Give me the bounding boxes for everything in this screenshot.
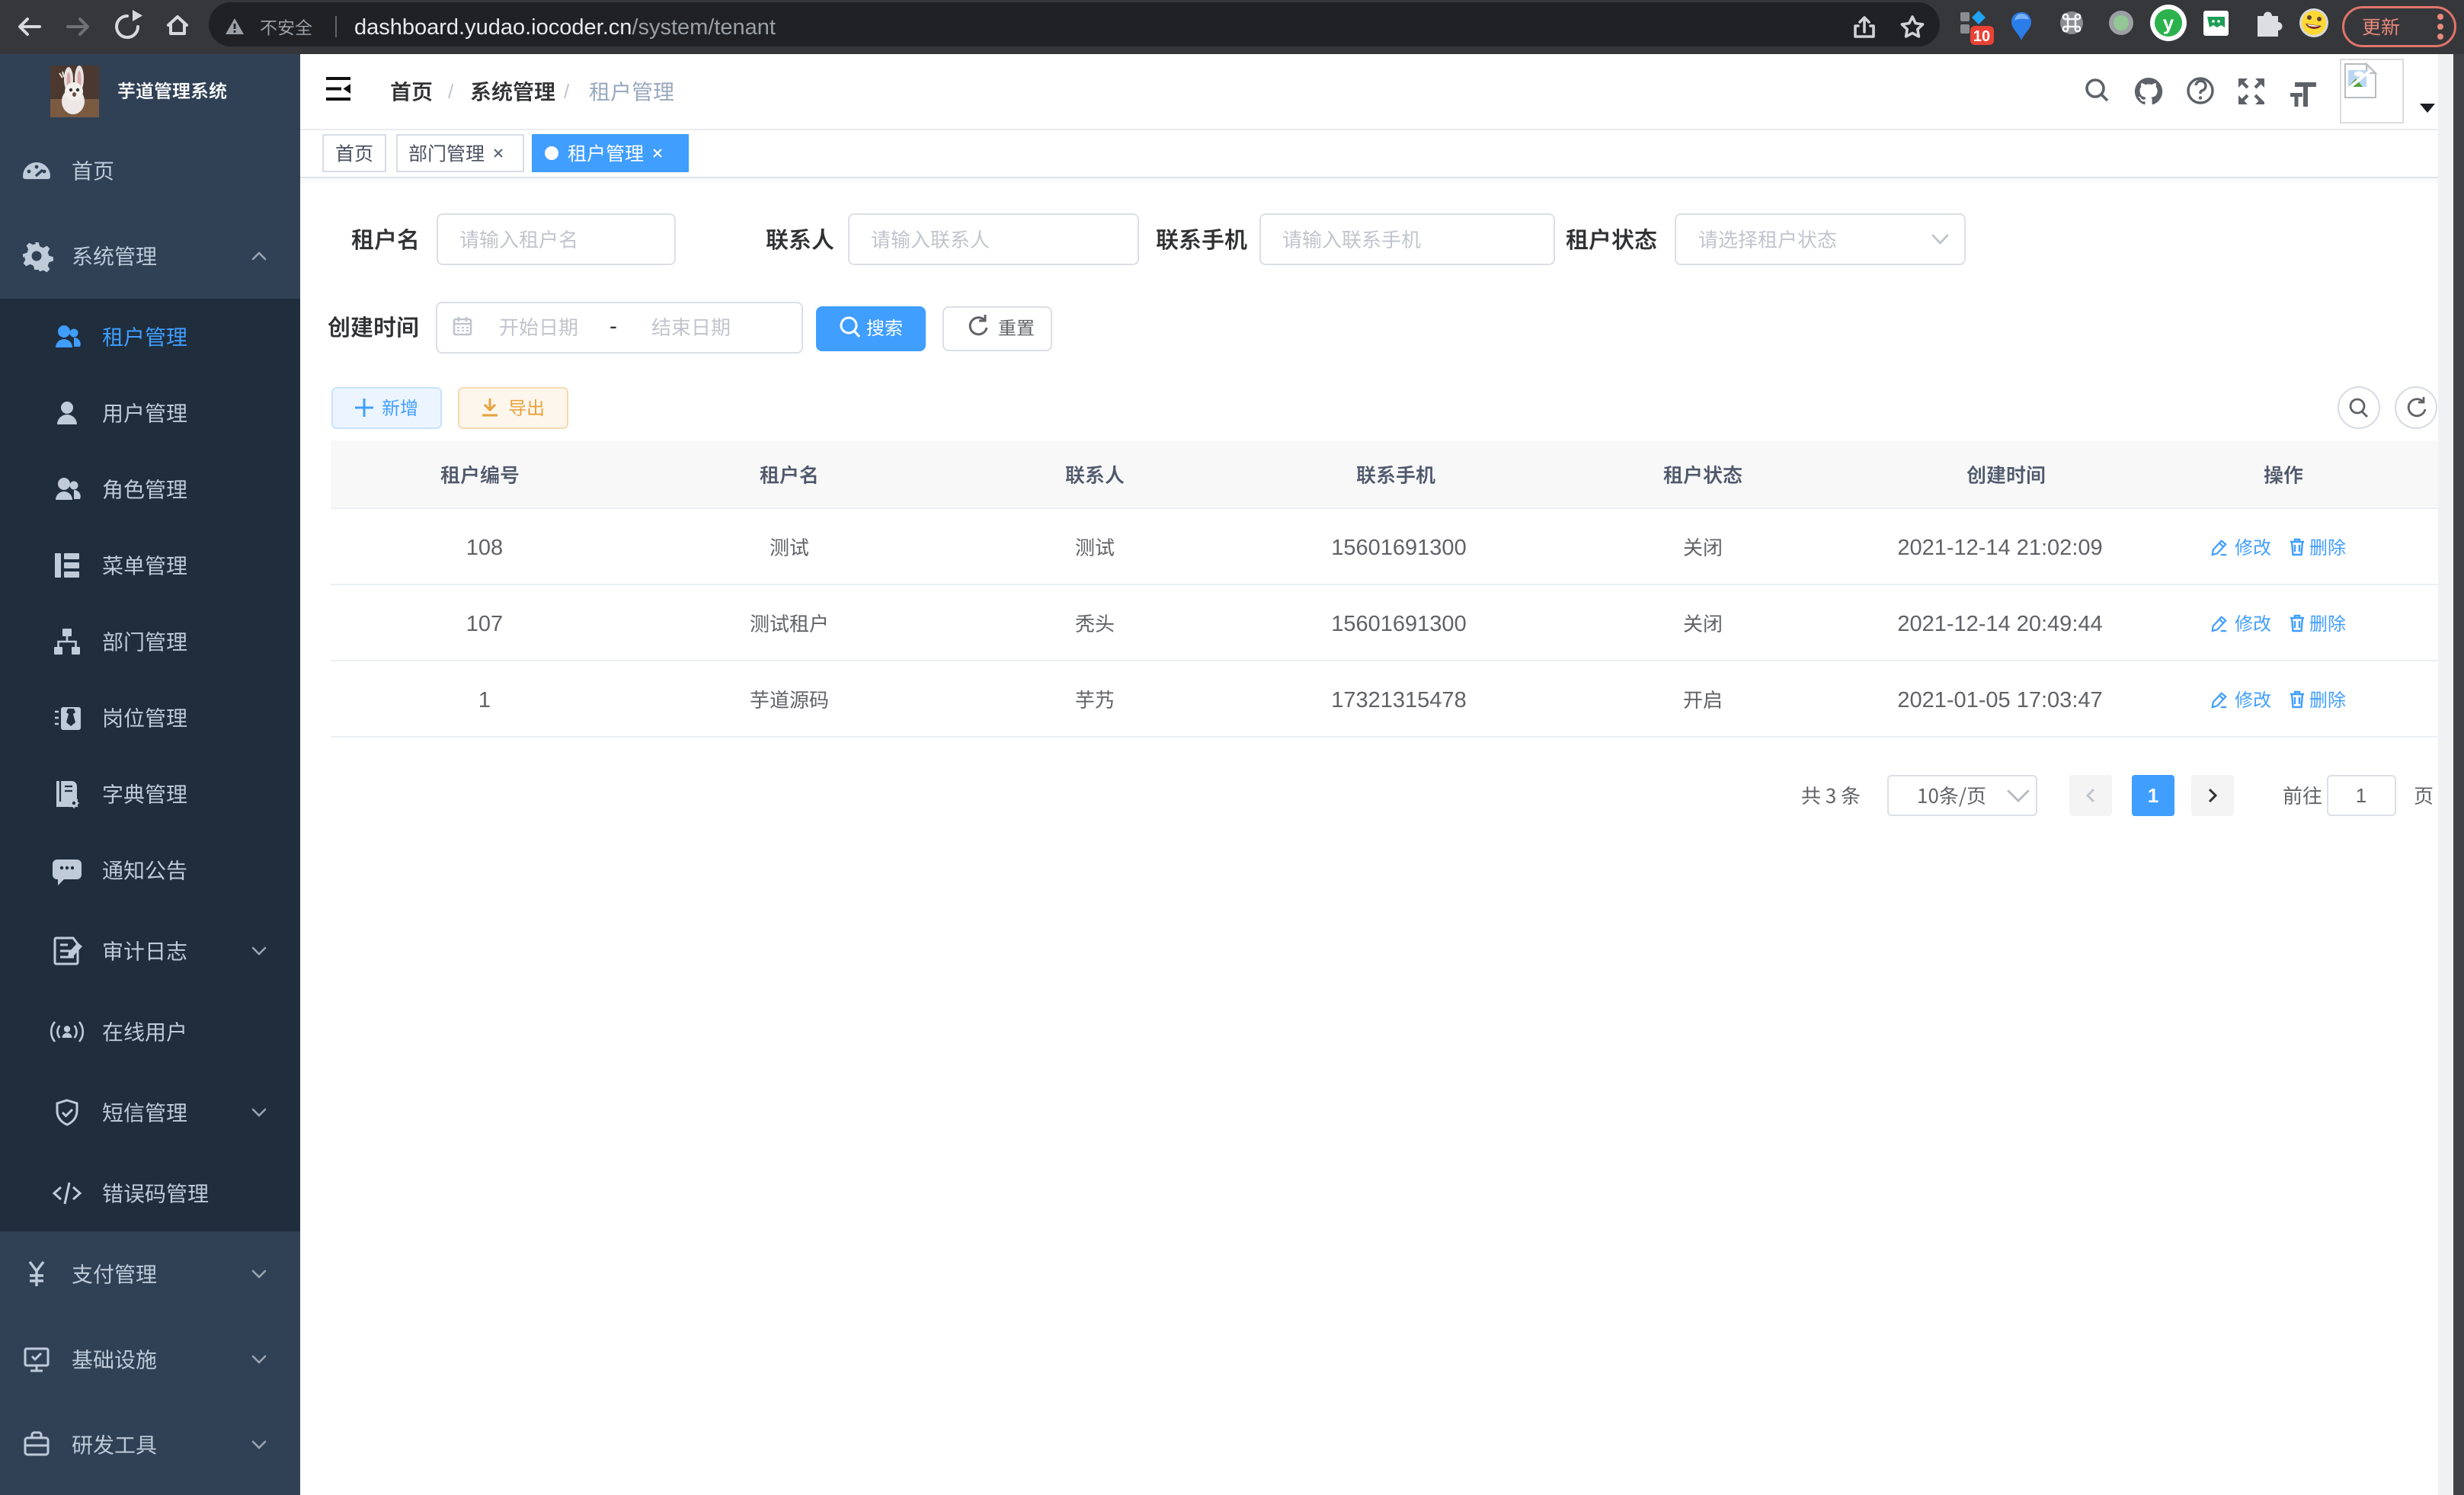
svg-text:15601691300: 15601691300 — [1331, 612, 1466, 636]
svg-text:1: 1 — [478, 688, 491, 712]
svg-text:/: / — [448, 80, 454, 103]
svg-text:1: 1 — [2148, 784, 2158, 807]
svg-text:107: 107 — [466, 612, 503, 636]
svg-text:17321315478: 17321315478 — [1331, 688, 1466, 712]
svg-text:y: y — [2163, 11, 2174, 34]
svg-text:2021-12-14 20:49:44: 2021-12-14 20:49:44 — [1897, 612, 2102, 636]
svg-text:15601691300: 15601691300 — [1331, 536, 1466, 560]
svg-text:2021-01-05 17:03:47: 2021-01-05 17:03:47 — [1897, 688, 2102, 712]
svg-text:-: - — [610, 314, 617, 339]
svg-text:108: 108 — [466, 536, 503, 560]
svg-text:2021-12-14 21:02:09: 2021-12-14 21:02:09 — [1897, 536, 2102, 560]
svg-text:1: 1 — [2356, 784, 2366, 807]
svg-text:10: 10 — [1973, 28, 1990, 45]
svg-text:/: / — [564, 80, 570, 103]
svg-text:dashboard.yudao.iocoder.cn/sys: dashboard.yudao.iocoder.cn/system/tenant — [354, 15, 776, 40]
